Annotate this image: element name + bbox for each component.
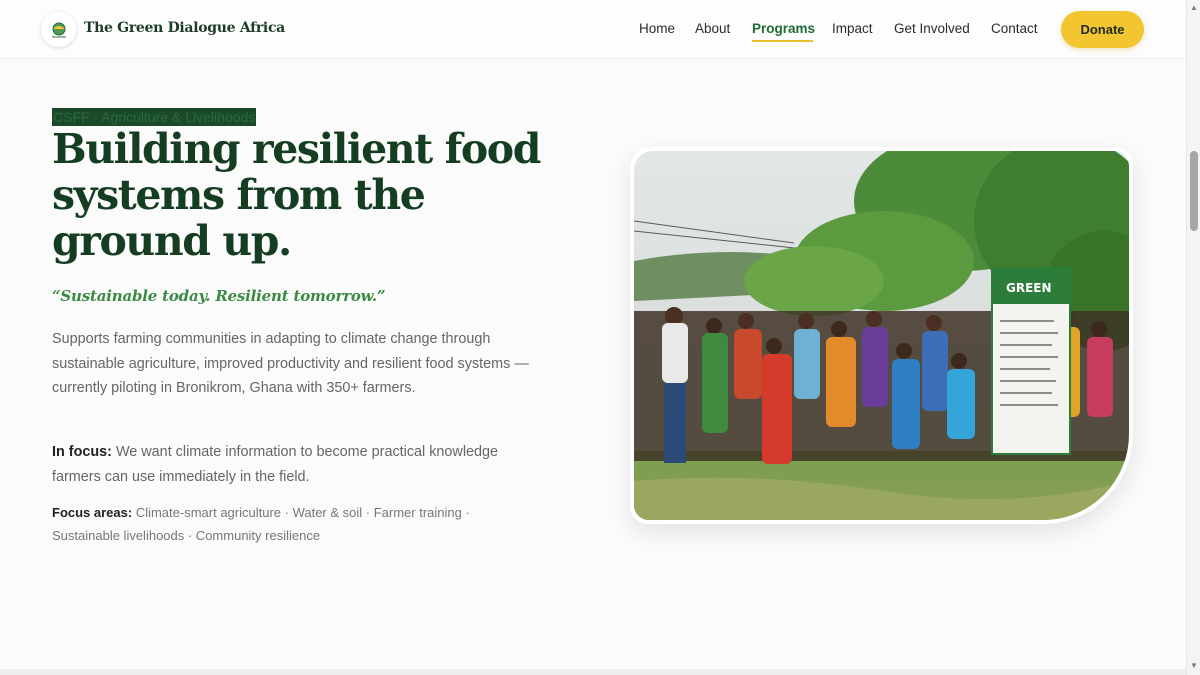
banner-text: GREEN xyxy=(1006,281,1052,295)
donate-button[interactable]: Donate xyxy=(1061,11,1144,48)
nav-impact[interactable]: Impact xyxy=(832,21,873,36)
in-focus-body: We want climate information to become pr… xyxy=(52,444,499,485)
page-bottom-edge xyxy=(0,669,1186,675)
scroll-up-arrow-icon[interactable]: ▲ xyxy=(1190,3,1198,12)
site-header: The Green Dialogue Africa Home About Pro… xyxy=(0,0,1186,59)
farmers-group-photo: GREEN xyxy=(634,151,1129,520)
scroll-thumb[interactable] xyxy=(1190,151,1198,231)
hero-photo-card: GREEN xyxy=(630,147,1133,524)
focus-areas-label: Focus areas: xyxy=(52,505,133,520)
nav-programs[interactable]: Programs xyxy=(752,21,815,36)
program-eyebrow: CSFF · Agriculture & Livelihoods xyxy=(52,108,257,126)
main-nav: Home About Programs Impact Get Involved … xyxy=(0,21,1186,41)
nav-home[interactable]: Home xyxy=(639,21,675,36)
in-focus-text: In focus: We want climate information to… xyxy=(52,440,522,489)
page-scrollbar[interactable]: ▲ ▼ xyxy=(1186,0,1200,675)
in-focus-label: In focus: xyxy=(52,444,112,460)
scroll-down-arrow-icon[interactable]: ▼ xyxy=(1190,661,1198,670)
nav-about[interactable]: About xyxy=(695,21,730,36)
focus-areas-text: Focus areas: Climate-smart agriculture ·… xyxy=(52,502,532,547)
tagline: “Sustainable today. Resilient tomorrow.” xyxy=(52,287,386,305)
active-nav-underline xyxy=(752,40,813,42)
page-title: Building resilient food systems from the… xyxy=(52,125,541,265)
program-description: Supports farming communities in adapting… xyxy=(52,331,529,396)
nav-get-involved[interactable]: Get Involved xyxy=(894,21,970,36)
nav-contact[interactable]: Contact xyxy=(991,21,1038,36)
